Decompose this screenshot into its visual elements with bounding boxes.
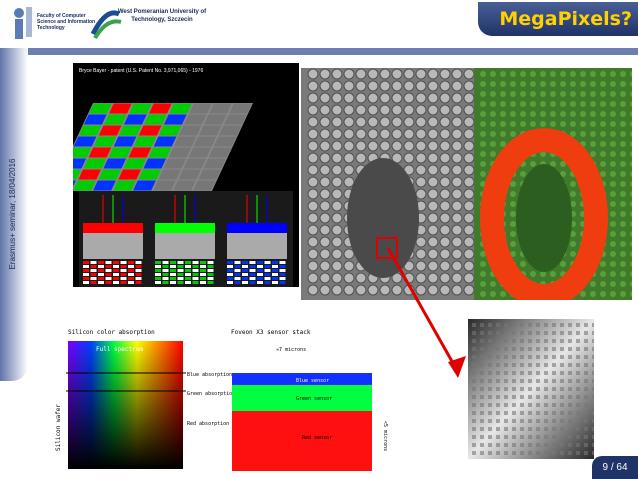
bayer-diagram: Bryce Bayer - patent (U.S. Patent No. 3,… <box>73 63 299 287</box>
seminar-label: Erasmus+ seminar, 18/04/2016 <box>8 158 17 270</box>
color-flower-photo <box>474 68 632 300</box>
red-sensor-label: Red sensor <box>302 435 332 441</box>
bayer-caption: Bryce Bayer - patent (U.S. Patent No. 3,… <box>79 68 203 74</box>
red-sensor-layer <box>232 411 372 471</box>
page-indicator: 9 / 64 <box>592 456 638 479</box>
silicon-title: Silicon color absorption <box>68 329 155 336</box>
red-absorption-label: Red absorption <box>187 421 229 427</box>
zoom-arrow <box>386 247 466 378</box>
seven-microns-label: ≈7 microns <box>276 347 306 353</box>
foveon-title: Foveon X3 sensor stack <box>231 329 311 336</box>
top-bar <box>28 48 638 55</box>
blue-absorption-label: Blue absorption <box>187 372 232 378</box>
green-sensor-label: Green sensor <box>296 396 332 402</box>
full-spectrum-label: Full spectrum <box>96 346 143 353</box>
faculty-name: Faculty of Computer Science and Informat… <box>37 13 96 31</box>
blue-sensor-label: Blue sensor <box>296 378 329 384</box>
green-absorption-label: Green absorption <box>187 391 235 397</box>
faculty-logo <box>6 3 36 41</box>
page-title: MegaPixels? <box>499 8 632 30</box>
five-microns-label: <5 microns <box>382 421 388 451</box>
silicon-wafer-label: Silicon wafer <box>55 404 62 451</box>
university-name: West Pomeranian University of Technology… <box>117 9 207 23</box>
foveon-diagram: Silicon color absorption Full spectrum B… <box>46 321 388 479</box>
zoomed-pixel-detail <box>468 319 594 459</box>
